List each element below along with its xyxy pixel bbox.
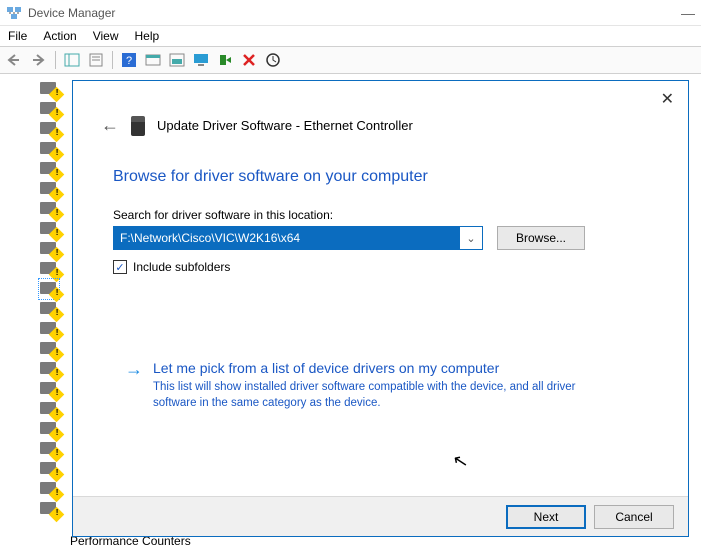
pick-title: Let me pick from a list of device driver… — [153, 360, 499, 376]
device-item-warning-icon[interactable] — [40, 360, 58, 378]
update-driver-dialog: ✕ ← Update Driver Software - Ethernet Co… — [72, 80, 689, 537]
cursor-icon: ↖ — [451, 450, 470, 474]
device-item-warning-icon[interactable] — [40, 180, 58, 198]
device-item-warning-icon[interactable] — [40, 480, 58, 498]
toolbar: ? — [0, 46, 701, 74]
path-combobox[interactable]: F:\Network\Cisco\VIC\W2K16\x64 ⌄ — [113, 226, 483, 250]
menu-file[interactable]: File — [8, 29, 27, 43]
uninstall-icon[interactable] — [238, 49, 260, 71]
dialog-heading: Browse for driver software on your compu… — [113, 168, 648, 186]
minimize-icon[interactable]: — — [681, 5, 695, 21]
device-item-selected[interactable] — [40, 280, 58, 298]
svg-text:?: ? — [126, 55, 132, 67]
device-item-warning-icon[interactable] — [40, 380, 58, 398]
title-bar: Device Manager — — [0, 0, 701, 26]
device-tree — [40, 80, 70, 520]
device-item-warning-icon[interactable] — [40, 120, 58, 138]
back-icon[interactable]: ← — [101, 115, 119, 136]
nav-back-icon[interactable] — [4, 49, 26, 71]
device-item-warning-icon[interactable] — [40, 160, 58, 178]
include-subfolders-label: Include subfolders — [133, 260, 230, 274]
menu-bar: File Action View Help — [0, 26, 701, 46]
monitor-icon[interactable] — [190, 49, 212, 71]
device-item-warning-icon[interactable] — [40, 200, 58, 218]
device-item-warning-icon[interactable] — [40, 240, 58, 258]
device-item-warning-icon[interactable] — [40, 80, 58, 98]
device-item-warning-icon[interactable] — [40, 100, 58, 118]
menu-action[interactable]: Action — [43, 29, 76, 43]
properties-icon[interactable] — [85, 49, 107, 71]
device-item-warning-icon[interactable] — [40, 500, 58, 518]
pick-from-list-link[interactable]: → Let me pick from a list of device driv… — [113, 360, 648, 411]
device-item-warning-icon[interactable] — [40, 440, 58, 458]
chevron-down-icon[interactable]: ⌄ — [460, 232, 482, 245]
enable-icon[interactable] — [214, 49, 236, 71]
device-item-warning-icon[interactable] — [40, 220, 58, 238]
dialog-title: Update Driver Software - Ethernet Contro… — [157, 118, 413, 133]
show-tree-icon[interactable] — [61, 49, 83, 71]
help-icon[interactable]: ? — [118, 49, 140, 71]
cancel-button[interactable]: Cancel — [594, 505, 674, 529]
device-item-warning-icon[interactable] — [40, 320, 58, 338]
next-button[interactable]: Next — [506, 505, 586, 529]
pick-description: This list will show installed driver sof… — [153, 380, 603, 411]
device-item-warning-icon[interactable] — [40, 400, 58, 418]
device-item-warning-icon[interactable] — [40, 460, 58, 478]
menu-help[interactable]: Help — [135, 29, 160, 43]
window-title: Device Manager — [28, 6, 115, 20]
browse-button[interactable]: Browse... — [497, 226, 585, 250]
device-item-warning-icon[interactable] — [40, 300, 58, 318]
device-icon — [131, 116, 145, 136]
nav-forward-icon[interactable] — [28, 49, 50, 71]
device-item-warning-icon[interactable] — [40, 420, 58, 438]
app-icon — [6, 5, 22, 21]
search-location-label: Search for driver software in this locat… — [113, 208, 648, 222]
menu-view[interactable]: View — [93, 29, 119, 43]
device-item-warning-icon[interactable] — [40, 340, 58, 358]
arrow-right-icon: → — [125, 360, 143, 378]
close-icon[interactable]: ✕ — [661, 89, 674, 109]
device-item-warning-icon[interactable] — [40, 140, 58, 158]
update-icon[interactable] — [166, 49, 188, 71]
scan-icon[interactable] — [142, 49, 164, 71]
include-subfolders-checkbox[interactable]: ✓ — [113, 260, 127, 274]
path-value[interactable]: F:\Network\Cisco\VIC\W2K16\x64 — [114, 227, 460, 249]
scan-hardware-icon[interactable] — [262, 49, 284, 71]
device-item-warning-icon[interactable] — [40, 260, 58, 278]
dialog-footer: Next Cancel — [73, 496, 688, 536]
